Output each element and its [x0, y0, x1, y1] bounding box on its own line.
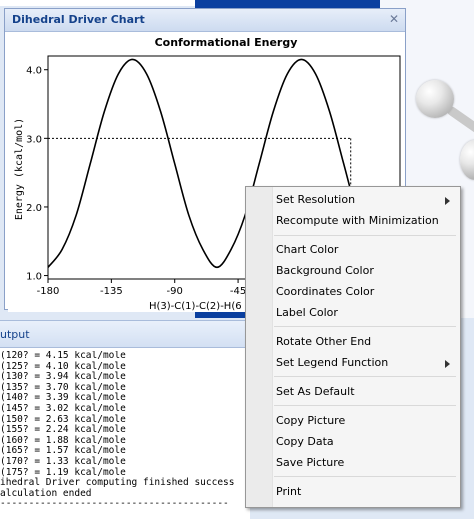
menu-separator — [274, 376, 456, 377]
top-strip — [0, 0, 200, 6]
menu-separator — [274, 476, 456, 477]
chart-title: Conformational Energy — [155, 36, 298, 49]
menu-item-print[interactable]: Print — [276, 483, 454, 501]
menu-icon-gutter — [246, 187, 273, 507]
x-tick-label: -90 — [167, 286, 183, 297]
menu-item-label: Set Resolution — [276, 193, 356, 206]
output-window: utput (120? = 4.15 kcal/mole (125? = 4.10… — [0, 320, 250, 519]
y-tick-label: 3.0 — [26, 134, 42, 145]
menu-item-set-legend-function[interactable]: Set Legend Function — [276, 354, 454, 372]
chart-title-bar[interactable]: Dihedral Driver Chart ✕ — [5, 9, 405, 32]
y-tick-label: 2.0 — [26, 203, 42, 214]
x-tick-label: -180 — [37, 286, 60, 297]
output-line: ---------------------------------------- — [0, 498, 229, 510]
menu-separator — [274, 326, 456, 327]
menu-item-copy-picture[interactable]: Copy Picture — [276, 412, 454, 430]
close-icon[interactable]: ✕ — [389, 12, 399, 26]
output-header[interactable]: utput — [0, 321, 250, 348]
output-log[interactable]: (120? = 4.15 kcal/mole (125? = 4.10 kcal/… — [0, 351, 250, 511]
output-line: (120? = 4.15 kcal/mole — [0, 351, 126, 361]
menu-separator — [274, 235, 456, 236]
menu-item-save-picture[interactable]: Save Picture — [276, 454, 454, 472]
menu-separator — [274, 405, 456, 406]
x-tick-label: -135 — [100, 286, 123, 297]
menu-item-copy-data[interactable]: Copy Data — [276, 433, 454, 451]
y-tick-label: 4.0 — [26, 66, 42, 77]
output-line: (145? = 3.02 kcal/mole — [0, 402, 126, 414]
x-axis-label: H(3)-C(1)-C(2)-H(6 — [149, 301, 242, 312]
menu-item-recompute[interactable]: Recompute with Minimization — [276, 212, 454, 230]
menu-item-rotate-other-end[interactable]: Rotate Other End — [276, 333, 454, 351]
y-tick-label: 1.0 — [26, 272, 42, 283]
submenu-arrow-icon — [445, 197, 450, 205]
x-tick-label: -45 — [230, 286, 246, 297]
output-title: utput — [0, 328, 30, 341]
menu-item-background-color[interactable]: Background Color — [276, 262, 454, 280]
menu-item-label: Set Legend Function — [276, 356, 389, 369]
output-line: (170? = 1.33 kcal/mole — [0, 455, 126, 467]
menu-item-set-resolution[interactable]: Set Resolution — [276, 191, 454, 209]
y-axis-label: Energy (kcal/mol) — [14, 118, 25, 220]
molecule-atom[interactable] — [416, 80, 454, 118]
submenu-arrow-icon — [445, 360, 450, 368]
menu-item-coordinates-color[interactable]: Coordinates Color — [276, 283, 454, 301]
chart-context-menu: Set Resolution Recompute with Minimizati… — [245, 186, 461, 508]
menu-item-label-color[interactable]: Label Color — [276, 304, 454, 322]
menu-item-set-as-default[interactable]: Set As Default — [276, 383, 454, 401]
menu-item-chart-color[interactable]: Chart Color — [276, 241, 454, 259]
chart-window-title: Dihedral Driver Chart — [12, 13, 145, 26]
